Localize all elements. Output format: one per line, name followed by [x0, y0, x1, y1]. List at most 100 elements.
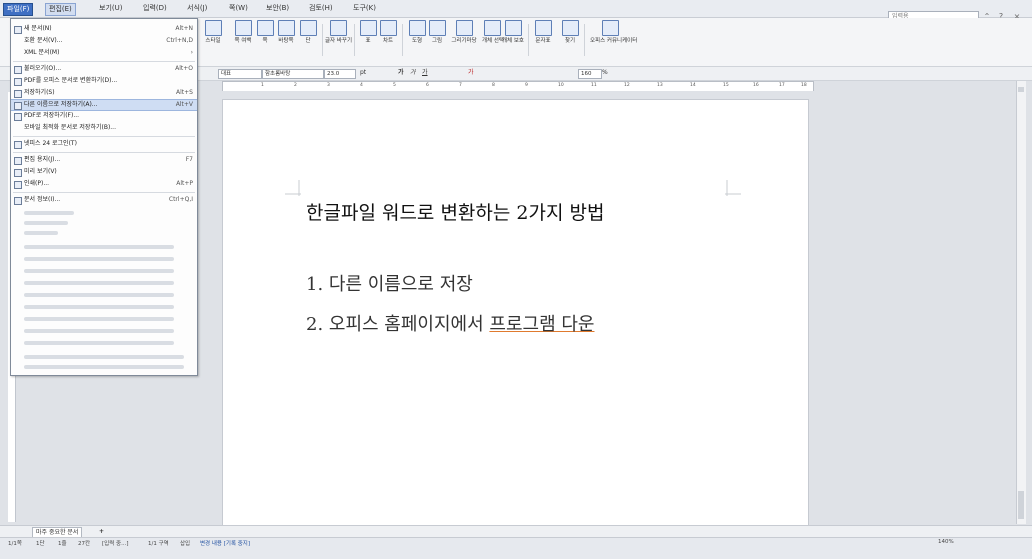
document-line-2[interactable]: 2. 오피스 홈페이지에서 프로그램 다운	[306, 310, 594, 336]
menu-view[interactable]: 보기(U)	[96, 3, 125, 14]
menu-edit[interactable]: 편집(E)	[45, 3, 76, 16]
ruler-tick: 13	[657, 83, 663, 88]
menu-review[interactable]: 검토(H)	[306, 3, 336, 14]
menu-item-doc-info[interactable]: 문서 정보(I)... Ctrl+Q,I	[11, 195, 197, 205]
menu-divider	[13, 61, 195, 62]
menu-item-netffice-login[interactable]: 넷피스 24 로그인(T)	[11, 139, 197, 149]
ruler-tick: 18	[801, 83, 807, 88]
recent-file-blurred[interactable]	[24, 281, 174, 285]
menu-format[interactable]: 서식(J)	[184, 3, 210, 14]
italic-button[interactable]: 가	[410, 69, 416, 77]
menu-item-save-as[interactable]: 다른 이름으로 저장하기(A)... Alt+V	[11, 99, 197, 111]
add-tab-button[interactable]: +	[96, 527, 107, 536]
find-button[interactable]: 찾기	[560, 20, 580, 45]
menu-item-print[interactable]: 인쇄(P)... Alt+P	[11, 179, 197, 189]
font-color-button[interactable]: 가	[468, 69, 474, 77]
info-icon	[14, 197, 22, 205]
vertical-scrollbar[interactable]	[1016, 81, 1026, 524]
crop-mark-icon	[725, 180, 741, 196]
ruler-tick: 16	[753, 83, 759, 88]
font-size-input[interactable]: 23.0	[324, 69, 356, 79]
recent-file-blurred[interactable]	[24, 293, 174, 297]
toolbar-divider	[584, 24, 585, 56]
status-area: 1/1 구역	[148, 541, 169, 547]
recent-file-blurred[interactable]	[24, 317, 174, 321]
menu-insert[interactable]: 입력(D)	[140, 3, 170, 14]
status-section: 1단	[36, 541, 45, 547]
new-doc-icon	[14, 26, 22, 34]
page-button[interactable]: 쪽	[255, 20, 275, 45]
status-line: 1줄	[58, 541, 67, 547]
recent-file-blurred[interactable]	[24, 329, 174, 333]
menu-divider	[13, 136, 195, 137]
status-mode[interactable]: 삽입	[180, 539, 190, 547]
gallery-button[interactable]: 그리기마당	[447, 20, 481, 45]
ruler-tick: 14	[690, 83, 696, 88]
menu-security[interactable]: 보안(B)	[263, 3, 292, 14]
office-community-button[interactable]: 오피스 커뮤니케이터	[590, 20, 637, 45]
menu-item-save[interactable]: 저장하기(S) Alt+S	[11, 88, 197, 98]
menu-item-xml[interactable]: XML 문서(M) ›	[11, 48, 197, 58]
menu-item-new[interactable]: 새 문서(N) Alt+N	[11, 24, 197, 34]
recent-file-blurred[interactable]	[24, 245, 174, 249]
picture-button[interactable]: 그림	[427, 20, 447, 45]
menu-divider	[13, 152, 195, 153]
menu-item-compat[interactable]: 호환 문서(V)... Ctrl+N,D	[11, 36, 197, 46]
line-spacing-unit: %	[602, 69, 608, 76]
menu-item-save-mobile[interactable]: 모바일 최적화 문서로 저장하기(B)...	[11, 123, 197, 133]
recent-file-blurred[interactable]	[24, 341, 174, 345]
menu-item-save-pdf[interactable]: PDF로 저장하기(F)...	[11, 111, 197, 121]
master-page-icon	[277, 20, 295, 36]
preview-icon	[14, 169, 22, 177]
font-select[interactable]: 함초롬바탕	[262, 69, 324, 79]
recent-file-blurred[interactable]	[24, 257, 174, 261]
underline-button[interactable]: 가	[422, 69, 428, 77]
ruler-tick: 10	[558, 83, 564, 88]
document-line-1[interactable]: 1. 다른 이름으로 저장	[306, 270, 473, 296]
recent-file-blurred[interactable]	[24, 305, 174, 309]
menu-item-open[interactable]: 불러오기(O)... Alt+O	[11, 64, 197, 74]
margin-button[interactable]: 쪽 여백	[230, 20, 256, 45]
status-track-changes[interactable]: 변경 내용 [기록 중지]	[200, 539, 250, 547]
unit-select[interactable]: pt	[360, 69, 366, 77]
document-heading[interactable]: 한글파일 워드로 변환하는 2가지 방법	[306, 198, 604, 225]
symbol-button[interactable]: 문자표	[532, 20, 554, 45]
select-object-button[interactable]: 개체 선택	[482, 20, 504, 45]
scroll-up-icon[interactable]	[1018, 87, 1024, 92]
bold-button[interactable]: 가	[398, 69, 404, 77]
protect-object-icon	[504, 20, 522, 36]
file-menu-dropdown: 새 문서(N) Alt+N 호환 문서(V)... Ctrl+N,D XML 문서(…	[10, 18, 198, 376]
menu-file[interactable]: 파일(F)	[3, 3, 34, 16]
master-page-button[interactable]: 바탕쪽	[275, 20, 297, 45]
menu-item-page-setup[interactable]: 편집 용지(J)... F7	[11, 155, 197, 165]
table-icon	[359, 20, 377, 36]
netffice-icon	[14, 141, 22, 149]
shape-button[interactable]: 도형	[407, 20, 427, 45]
folder-icon	[14, 66, 22, 74]
recent-file-blurred[interactable]	[24, 269, 174, 273]
table-button[interactable]: 표	[358, 20, 378, 45]
style-select[interactable]: 대표	[218, 69, 262, 79]
chart-button[interactable]: 차트	[378, 20, 398, 45]
print-icon	[14, 181, 22, 189]
gallery-icon	[455, 20, 473, 36]
chart-icon	[379, 20, 397, 36]
ruler-tick: 7	[459, 83, 462, 88]
blurred-item	[24, 365, 184, 369]
page-setup-icon	[14, 157, 22, 165]
protect-object-button[interactable]: 개체 보호	[502, 20, 524, 45]
menu-tools[interactable]: 도구(K)	[350, 3, 379, 14]
zoom-level[interactable]: 140%	[938, 539, 954, 545]
replace-chars-button[interactable]: 글자 바꾸기	[325, 20, 352, 45]
menu-divider	[13, 192, 195, 193]
menu-page[interactable]: 쪽(W)	[226, 3, 251, 14]
line-spacing-input[interactable]: 160	[578, 69, 602, 79]
ruler-tick: 5	[393, 83, 396, 88]
ruler-tick: 11	[591, 83, 597, 88]
menu-item-pdf-convert[interactable]: PDF를 오피스 문서로 변환하기(D)...	[11, 76, 197, 86]
blurred-item	[24, 211, 74, 215]
style-button[interactable]: 스타일	[200, 20, 226, 45]
scroll-nav-icons[interactable]	[1018, 491, 1024, 519]
menu-item-preview[interactable]: 미리 보기(V)	[11, 167, 197, 177]
column-button[interactable]: 단	[298, 20, 318, 45]
